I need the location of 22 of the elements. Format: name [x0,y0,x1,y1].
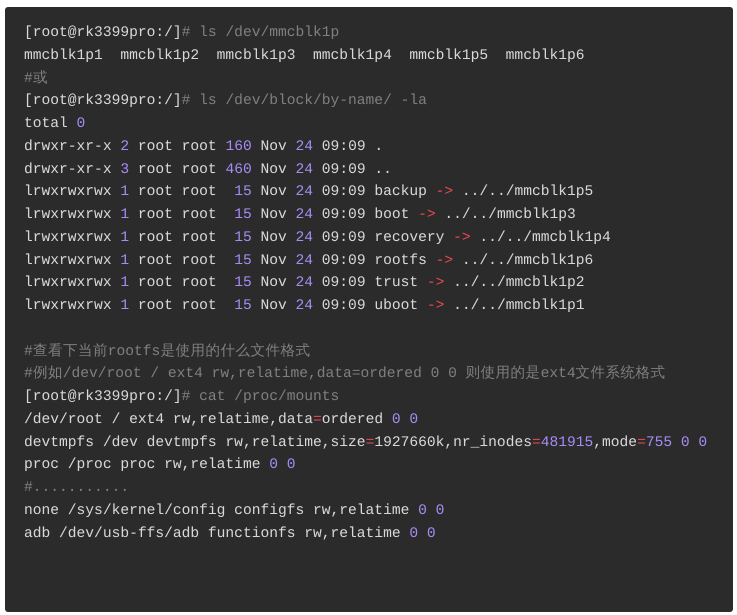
code-line: lrwxrwxrwx 1 root root 15 Nov 24 09:09 backup -> ../../mmcblk1p5 [24,183,594,202]
code-comment: #例如/dev/root / ext4 rw,relatime,data=ordered 0 0 则使用的是ext4文件系统格式 [24,364,666,384]
code-line: drwxr-xr-x 3 root root 460 Nov 24 09:09 .. [24,160,392,180]
code-line: proc /proc proc rw,relatime 0 0 [24,456,296,476]
code-line: [root@rk3399pro:/]# cat /proc/mounts [24,388,340,407]
code-line: adb /dev/usb-ffs/adb functionfs rw,relatime 0 0 [24,524,436,544]
code-comment: #或 [24,69,48,88]
code-line: drwxr-xr-x 2 root root 160 Nov 24 09:09 . [24,138,384,157]
code-line: none /sys/kernel/config configfs rw,relatime 0 0 [24,502,444,521]
code-line: mmcblk1p1 mmcblk1p2 mmcblk1p3 mmcblk1p4 mmcblk1p5 mmcblk1p6 [24,46,584,66]
code-line: lrwxrwxrwx 1 root root 15 Nov 24 09:09 recovery -> ../../mmcblk1p4 [24,228,611,248]
code-line: lrwxrwxrwx 1 root root 15 Nov 24 09:09 trust -> ../../mmcblk1p2 [24,274,585,294]
code-line: [root@rk3399pro:/]# ls /dev/block/by-name/ -la [24,92,427,112]
code-line: [root@rk3399pro:/]# ls /dev/mmcblk1p [24,24,340,43]
code-comment: #........... [24,479,130,498]
code-line: lrwxrwxrwx 1 root root 15 Nov 24 09:09 uboot -> ../../mmcblk1p1 [24,297,585,316]
code-line: devtmpfs /dev devtmpfs rw,relatime,size=1927660k,nr_inodes=481915,mode=755 0 0 [24,434,708,452]
code-line: lrwxrwxrwx 1 root root 15 Nov 24 09:09 boot -> ../../mmcblk1p3 [24,206,576,225]
code-line: lrwxrwxrwx 1 root root 15 Nov 24 09:09 rootfs -> ../../mmcblk1p6 [24,252,594,270]
code-line: total 0 [24,115,86,134]
code-comment: #查看下当前rootfs是使用的什么文件格式 [24,342,310,362]
code-line: /dev/root / ext4 rw,relatime,data=ordered 0 0 [24,410,418,430]
